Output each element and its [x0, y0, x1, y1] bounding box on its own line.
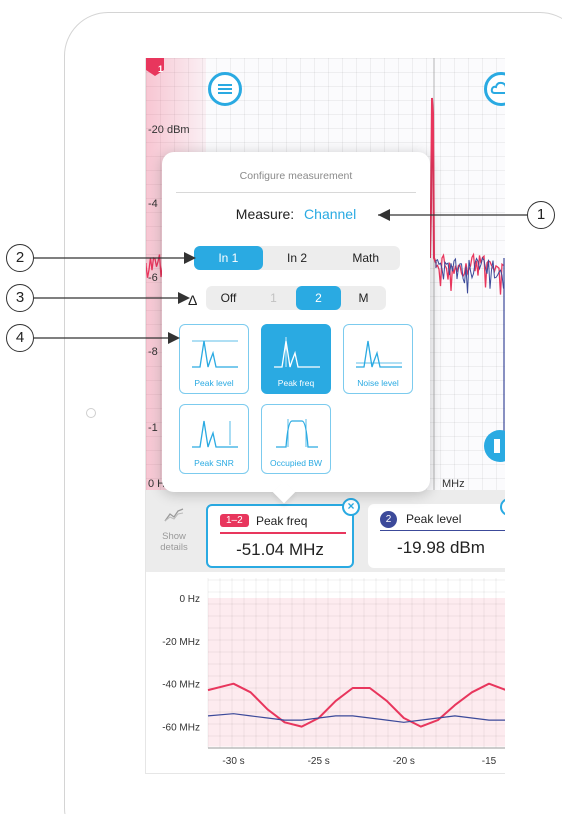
- callout-4: 4: [6, 324, 34, 352]
- callout-3: 3: [6, 284, 34, 312]
- callout-lines: [34, 209, 527, 344]
- callout-2: 2: [6, 244, 34, 272]
- callout-1: 1: [527, 201, 555, 229]
